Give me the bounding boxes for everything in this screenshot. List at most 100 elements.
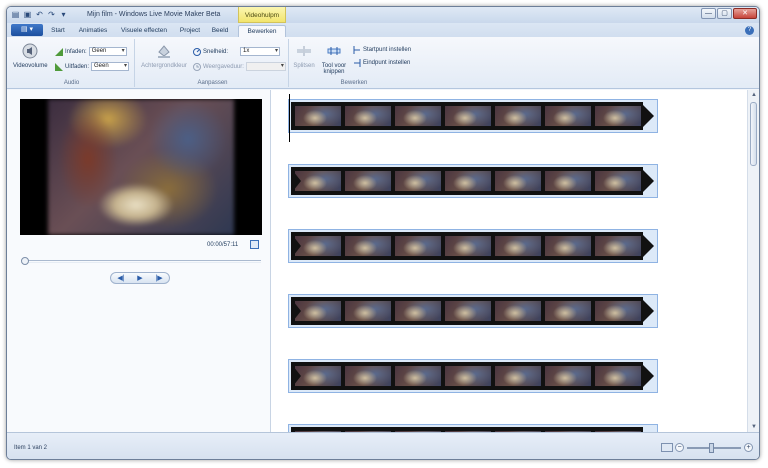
ribbon-group-aanpassen: Achtergrondkleur Snelheid: 1x Weergavedu… [137, 39, 289, 87]
thumbnail-frame [295, 106, 341, 126]
video-preview[interactable] [20, 99, 262, 235]
close-button[interactable]: ✕ [733, 8, 757, 19]
ribbon: Videovolume Infaden: Geen Uitfaden: Geen… [7, 37, 759, 89]
next-frame-icon[interactable]: |▶ [155, 274, 162, 282]
thumbnail-frame [395, 366, 441, 386]
filmstrip-row[interactable] [288, 99, 658, 133]
scroll-thumb[interactable] [750, 102, 757, 166]
storyboard [272, 90, 746, 432]
app-window: ▤ ▣ ↶ ↷ ▾ Mijn film - Windows Live Movie… [6, 6, 760, 460]
strip-end-arrow [642, 104, 654, 128]
tab-bewerken[interactable]: Bewerken [238, 25, 286, 37]
filmstrip-frames [291, 102, 643, 130]
thumbnail-frame [345, 236, 391, 256]
filmstrip-frames [291, 167, 643, 195]
set-end-point-button[interactable]: Eindpunt instellen [353, 59, 410, 67]
split-button[interactable]: Splitsen [291, 43, 317, 69]
save-icon[interactable]: ▣ [23, 10, 32, 19]
application-menu-button[interactable]: ▤ ▾ [11, 24, 43, 36]
strip-start-arrow [293, 301, 301, 321]
help-icon[interactable]: ? [745, 26, 754, 35]
filmstrip-row[interactable] [288, 294, 658, 328]
fade-in-row: Infaden: Geen [55, 47, 127, 56]
thumbnail-frame [295, 171, 341, 191]
quick-access-toolbar: ▤ ▣ ↶ ↷ ▾ [11, 10, 68, 19]
trim-icon [317, 43, 351, 61]
scroll-up-icon[interactable]: ▲ [748, 90, 759, 100]
group-label-audio: Audio [63, 80, 80, 86]
tab-start[interactable]: Start [47, 25, 69, 37]
ribbon-tab-row: ▤ ▾ Start Animaties Visuele effecten Pro… [7, 23, 759, 37]
speed-dropdown[interactable]: 1x [240, 47, 281, 56]
background-color-label: Achtergrondkleur [141, 63, 187, 69]
split-label: Splitsen [293, 63, 315, 69]
playhead-caret[interactable] [289, 94, 290, 142]
qat-dropdown-icon[interactable]: ▾ [59, 10, 68, 19]
filmstrip-row[interactable] [288, 164, 658, 198]
thumbnail-frame [545, 171, 591, 191]
thumbnail-frame [295, 301, 341, 321]
status-text: Item 1 van 2 [14, 445, 48, 451]
thumbnail-frame [445, 301, 491, 321]
fade-out-dropdown[interactable]: Geen [91, 62, 130, 71]
thumbnail-frame [545, 236, 591, 256]
thumbnail-frame [345, 171, 391, 191]
tab-project[interactable]: Project [175, 25, 205, 37]
trim-tool-button[interactable]: Tool voor knippen [317, 43, 351, 75]
status-bar: Item 1 van 2 − + [7, 432, 759, 459]
background-color-button[interactable]: Achtergrondkleur [139, 43, 189, 69]
tab-beeld[interactable]: Beeld [208, 25, 232, 37]
seek-thumb[interactable] [21, 257, 29, 265]
seek-bar[interactable] [21, 260, 261, 263]
thumbnail-frame [545, 301, 591, 321]
zoom-slider-knob[interactable] [709, 442, 714, 453]
redo-icon[interactable]: ↷ [47, 10, 56, 19]
videovolume-label: Videovolume [13, 63, 48, 69]
undo-icon[interactable]: ↶ [35, 10, 44, 19]
zoom-in-button[interactable]: + [744, 443, 753, 452]
speed-label: Snelheid: [203, 48, 229, 55]
storyboard-view-icon[interactable] [661, 443, 673, 452]
thumbnail-frame [495, 366, 541, 386]
thumbnail-frame [345, 366, 391, 386]
strip-start-arrow [293, 366, 301, 386]
duration-dropdown[interactable] [245, 62, 286, 71]
video-frame [48, 99, 234, 235]
vertical-scrollbar[interactable]: ▲ ▼ [747, 90, 759, 432]
fade-out-label: Uitfaden: [65, 63, 90, 70]
split-icon [291, 43, 317, 61]
maximize-button[interactable]: ▢ [717, 8, 732, 19]
thumbnail-frame [595, 236, 641, 256]
zoom-out-button[interactable]: − [675, 443, 684, 452]
fullscreen-icon[interactable] [250, 240, 259, 249]
trim-tool-label-line2: knippen [323, 69, 345, 75]
duration-label: Weergaveduur: [203, 63, 244, 70]
tab-animaties[interactable]: Animaties [75, 25, 111, 37]
strip-start-arrow [293, 236, 301, 256]
strip-start-arrow [293, 171, 301, 191]
end-point-icon [353, 59, 361, 67]
thumbnail-frame [445, 106, 491, 126]
filmstrip-row[interactable] [288, 424, 658, 432]
thumbnail-frame [595, 171, 641, 191]
app-film-icon[interactable]: ▤ [11, 10, 20, 19]
thumbnail-frame [395, 106, 441, 126]
zoom-slider[interactable] [687, 442, 741, 453]
start-point-icon [353, 46, 361, 54]
thumbnail-frame [595, 106, 641, 126]
minimize-button[interactable]: — [701, 8, 716, 19]
thumbnail-frame [295, 366, 341, 386]
play-icon[interactable]: ▶ [137, 274, 142, 282]
fade-in-dropdown[interactable]: Geen [88, 47, 127, 56]
duration-icon [193, 62, 201, 71]
window-controls: — ▢ ✕ [701, 8, 757, 19]
filmstrip-row[interactable] [288, 359, 658, 393]
thumbnail-frame [495, 301, 541, 321]
speaker-icon [13, 43, 47, 61]
filmstrip-row[interactable] [288, 229, 658, 263]
set-start-point-button[interactable]: Startpunt instellen [353, 46, 411, 54]
videovolume-button[interactable]: Videovolume [13, 43, 48, 69]
previous-frame-icon[interactable]: ◀| [117, 274, 124, 282]
scroll-down-icon[interactable]: ▼ [748, 422, 759, 432]
tab-visuele-effecten[interactable]: Visuele effecten [115, 25, 173, 37]
